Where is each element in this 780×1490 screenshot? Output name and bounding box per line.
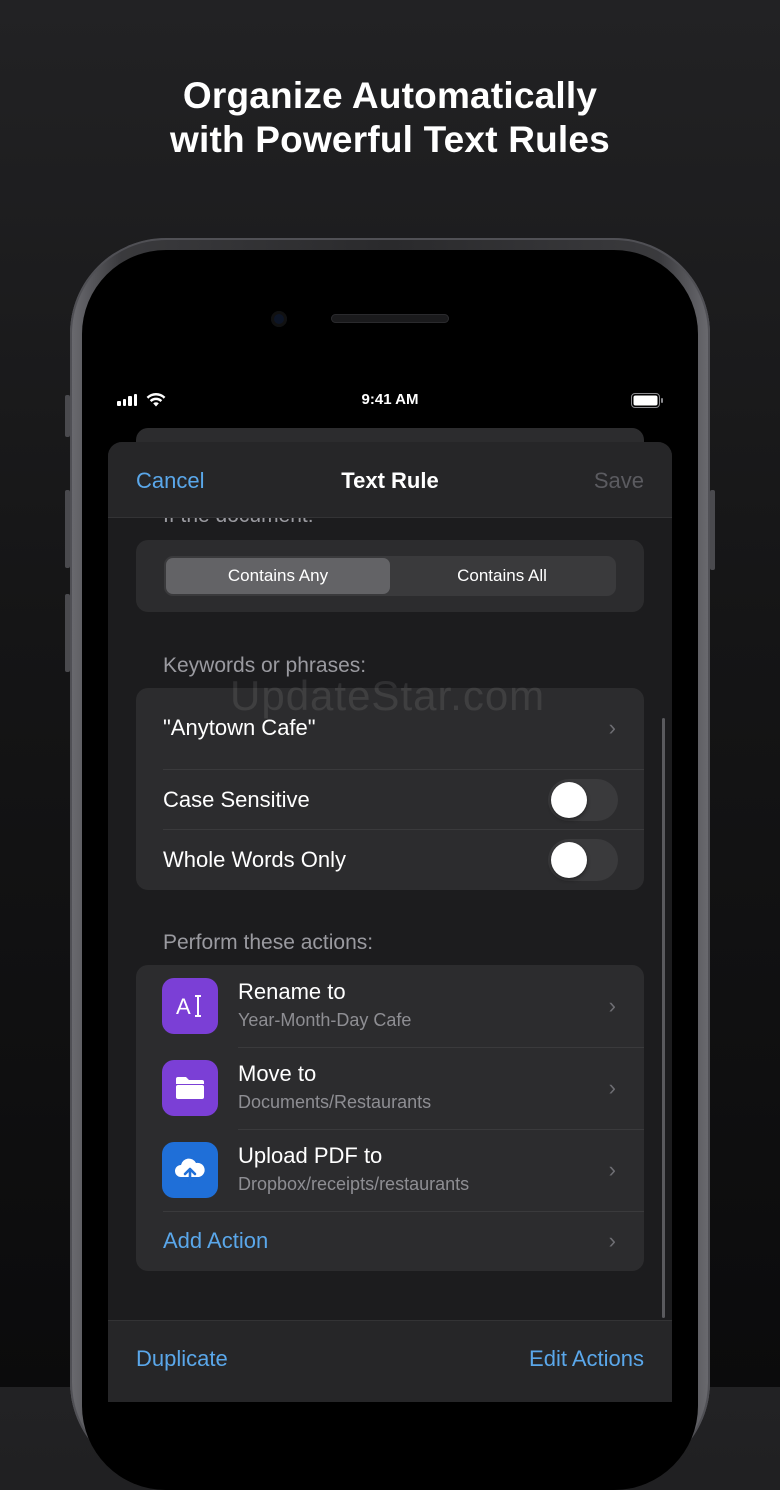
cloud-upload-icon [162,1142,218,1198]
whole-words-label: Whole Words Only [163,847,346,872]
chevron-right-icon: › [608,1228,616,1253]
action-title: Upload PDF to [238,1143,383,1168]
headline: Organize Automatically with Powerful Tex… [0,74,780,162]
keywords-section-header: Keywords or phrases: [163,654,367,677]
action-rename[interactable]: A Rename to Year-Month-Day Cafe › [136,965,644,1047]
segment-contains-all[interactable]: Contains All [390,558,614,594]
front-camera [271,311,287,327]
chevron-right-icon: › [608,1157,616,1182]
scrollbar[interactable] [662,718,665,1318]
match-mode-card: Contains Any Contains All [136,540,644,612]
whole-words-row: Whole Words Only [136,830,644,890]
cancel-button[interactable]: Cancel [136,468,204,494]
case-sensitive-label: Case Sensitive [163,787,310,812]
action-subtitle: Year-Month-Day Cafe [238,1010,412,1030]
action-title: Move to [238,1061,317,1086]
match-mode-segmented-control: Contains Any Contains All [164,556,616,596]
whole-words-toggle[interactable] [548,839,618,881]
power-button [710,490,715,570]
toggle-knob [551,782,587,818]
action-subtitle: Documents/Restaurants [238,1092,432,1112]
actions-card: A Rename to Year-Month-Day Cafe › Move t… [136,965,644,1271]
save-button[interactable]: Save [594,468,644,494]
action-subtitle: Dropbox/receipts/restaurants [238,1174,470,1194]
keyword-row[interactable]: "Anytown Cafe" › [136,698,644,758]
status-time: 9:41 AM [361,391,419,408]
text-rule-sheet: If the document: Cancel Text Rule Save C… [108,442,672,1402]
keywords-card: "Anytown Cafe" › Case Sensitive Whole Wo… [136,688,644,890]
action-upload[interactable]: Upload PDF to Dropbox/receipts/restauran… [136,1129,644,1211]
headline-line-2: with Powerful Text Rules [170,119,610,160]
chevron-right-icon: › [608,993,616,1018]
headline-line-1: Organize Automatically [182,75,598,116]
cellular-signal-icon [117,394,137,406]
mute-switch [65,395,70,437]
add-action-row[interactable]: Add Action › [136,1211,644,1271]
case-sensitive-toggle[interactable] [548,779,618,821]
bottom-toolbar: Duplicate Edit Actions [108,1320,672,1402]
add-action-button[interactable]: Add Action [163,1228,268,1254]
toggle-knob [551,842,587,878]
navigation-bar: Cancel Text Rule Save [108,442,672,518]
chevron-right-icon: › [608,1075,616,1100]
folder-icon [162,1060,218,1116]
edit-actions-button[interactable]: Edit Actions [529,1346,644,1372]
duplicate-button[interactable]: Duplicate [136,1346,228,1372]
actions-section-header: Perform these actions: [163,931,374,954]
action-move[interactable]: Move to Documents/Restaurants › [136,1047,644,1129]
volume-down-button [65,594,70,672]
earpiece-speaker [331,314,449,323]
action-title: Rename to [238,979,346,1004]
battery-icon [631,393,663,408]
keyword-value: "Anytown Cafe" [163,715,316,740]
chevron-right-icon: › [608,715,616,740]
segment-contains-any[interactable]: Contains Any [166,558,390,594]
case-sensitive-row: Case Sensitive [136,770,644,830]
wifi-icon [146,393,166,407]
volume-up-button [65,490,70,568]
svg-text:A: A [176,994,191,1019]
rename-text-cursor-icon: A [162,978,218,1034]
